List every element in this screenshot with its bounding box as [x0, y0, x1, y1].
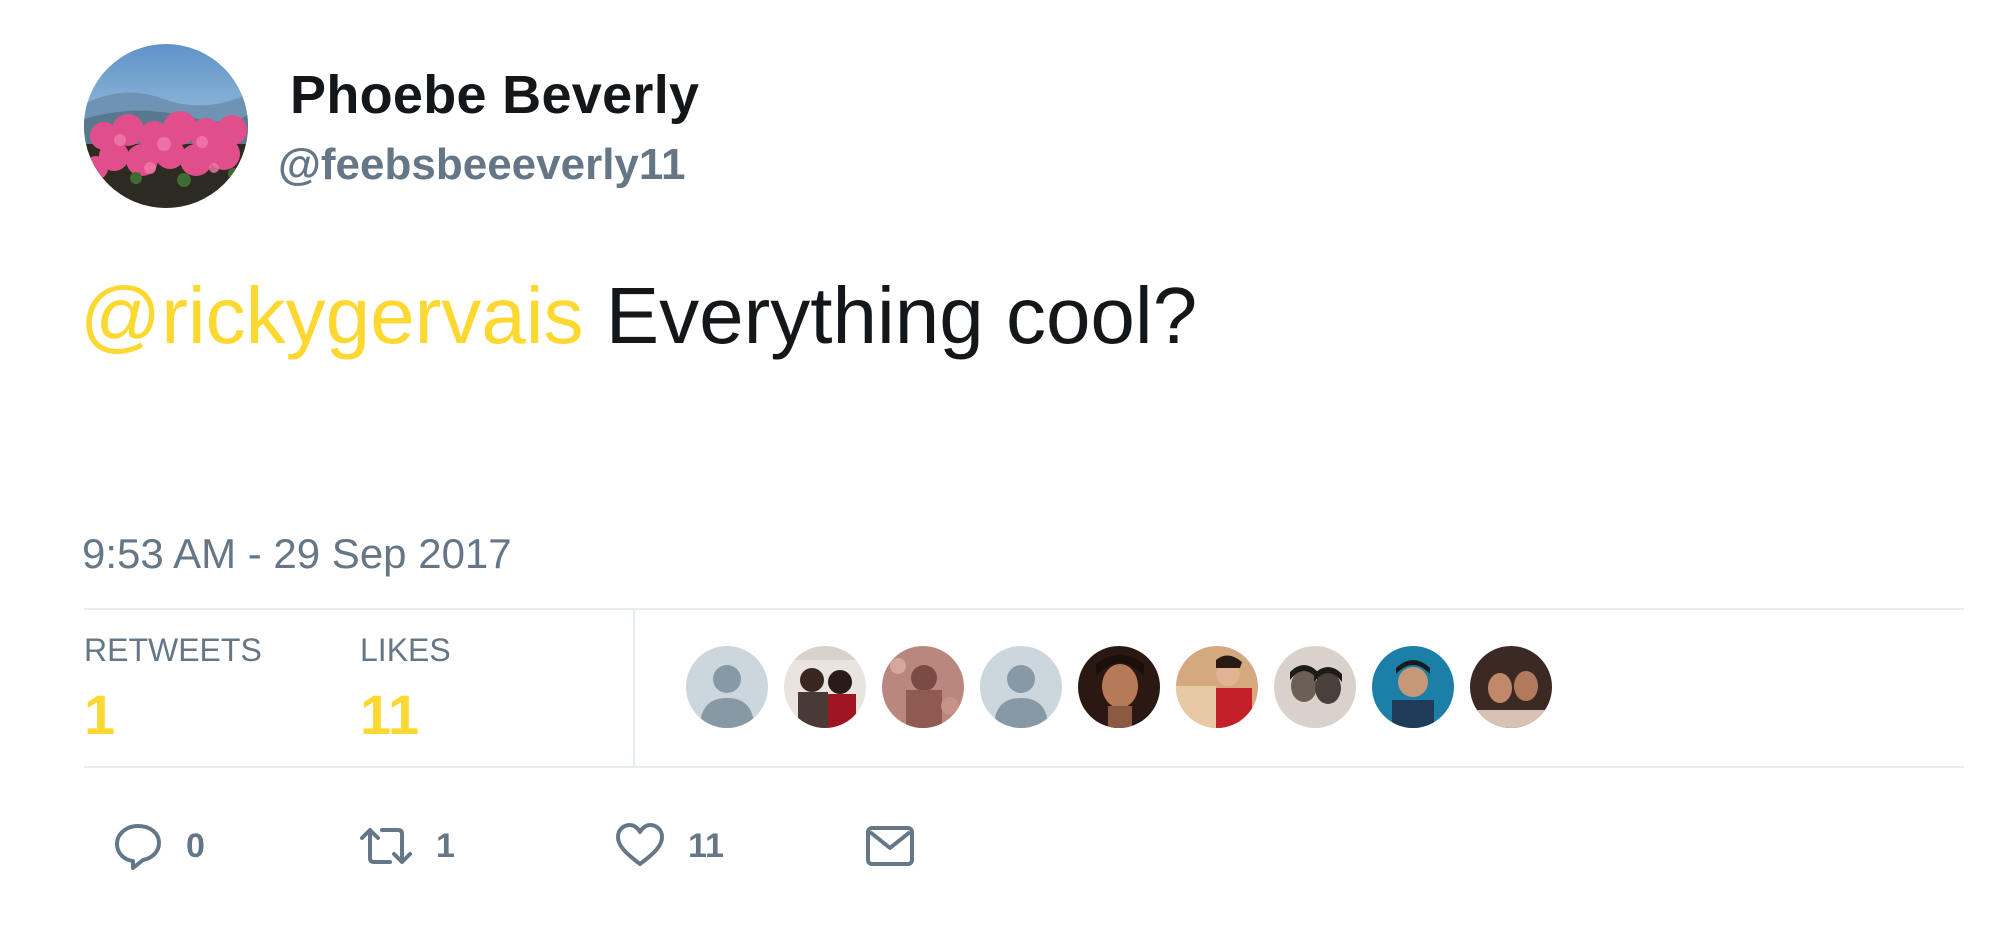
liker-avatar[interactable] [1274, 646, 1356, 728]
tweet-text: @rickygervais Everything cool? [80, 272, 1197, 360]
retweets-count[interactable]: 1 [84, 682, 115, 747]
photo-avatar-icon [784, 646, 866, 728]
liker-avatar[interactable] [980, 646, 1062, 728]
author-avatar[interactable] [84, 44, 248, 208]
liker-avatar[interactable] [1372, 646, 1454, 728]
author-display-name[interactable]: Phoebe Beverly [290, 64, 699, 126]
photo-avatar-icon [1176, 646, 1258, 728]
mention-link[interactable]: @rickygervais [80, 271, 584, 360]
liker-avatar[interactable] [1470, 646, 1552, 728]
profile-photo-icon [84, 44, 248, 208]
likes-count[interactable]: 11 [360, 682, 419, 747]
default-avatar-icon [686, 646, 768, 728]
liker-avatar[interactable] [1176, 646, 1258, 728]
default-avatar-icon [980, 646, 1062, 728]
photo-avatar-icon [1372, 646, 1454, 728]
stats-vertical-divider [633, 610, 635, 766]
reply-icon [115, 824, 161, 870]
direct-message-button[interactable] [864, 818, 916, 874]
stats-top-divider [84, 608, 1964, 610]
photo-avatar-icon [1274, 646, 1356, 728]
tweet-timestamp[interactable]: 9:53 AM - 29 Sep 2017 [82, 530, 512, 578]
author-handle[interactable]: @feebsbeeeverly11 [278, 140, 685, 190]
liker-avatar[interactable] [686, 646, 768, 728]
heart-icon [616, 823, 664, 866]
liker-avatar[interactable] [882, 646, 964, 728]
photo-avatar-icon [1078, 646, 1160, 728]
like-button[interactable]: 11 [614, 818, 724, 874]
photo-avatar-icon [1470, 646, 1552, 728]
liker-avatar[interactable] [1078, 646, 1160, 728]
retweet-count: 1 [436, 826, 455, 865]
retweets-label[interactable]: RETWEETS [84, 632, 262, 669]
reply-button[interactable]: 0 [112, 818, 205, 874]
photo-avatar-icon [882, 646, 964, 728]
like-count: 11 [688, 826, 724, 865]
liker-avatar[interactable] [784, 646, 866, 728]
tweet-body-text: Everything cool? [583, 271, 1198, 360]
tweet-detail: Phoebe Beverly @feebsbeeeverly11 @rickyg… [0, 0, 2000, 952]
reply-count: 0 [186, 826, 205, 865]
liker-avatars [686, 646, 1552, 728]
retweet-button[interactable]: 1 [358, 818, 455, 874]
envelope-icon [866, 826, 914, 866]
retweet-icon [360, 828, 412, 864]
likes-label[interactable]: LIKES [360, 632, 451, 669]
stats-bottom-divider [84, 766, 1964, 768]
